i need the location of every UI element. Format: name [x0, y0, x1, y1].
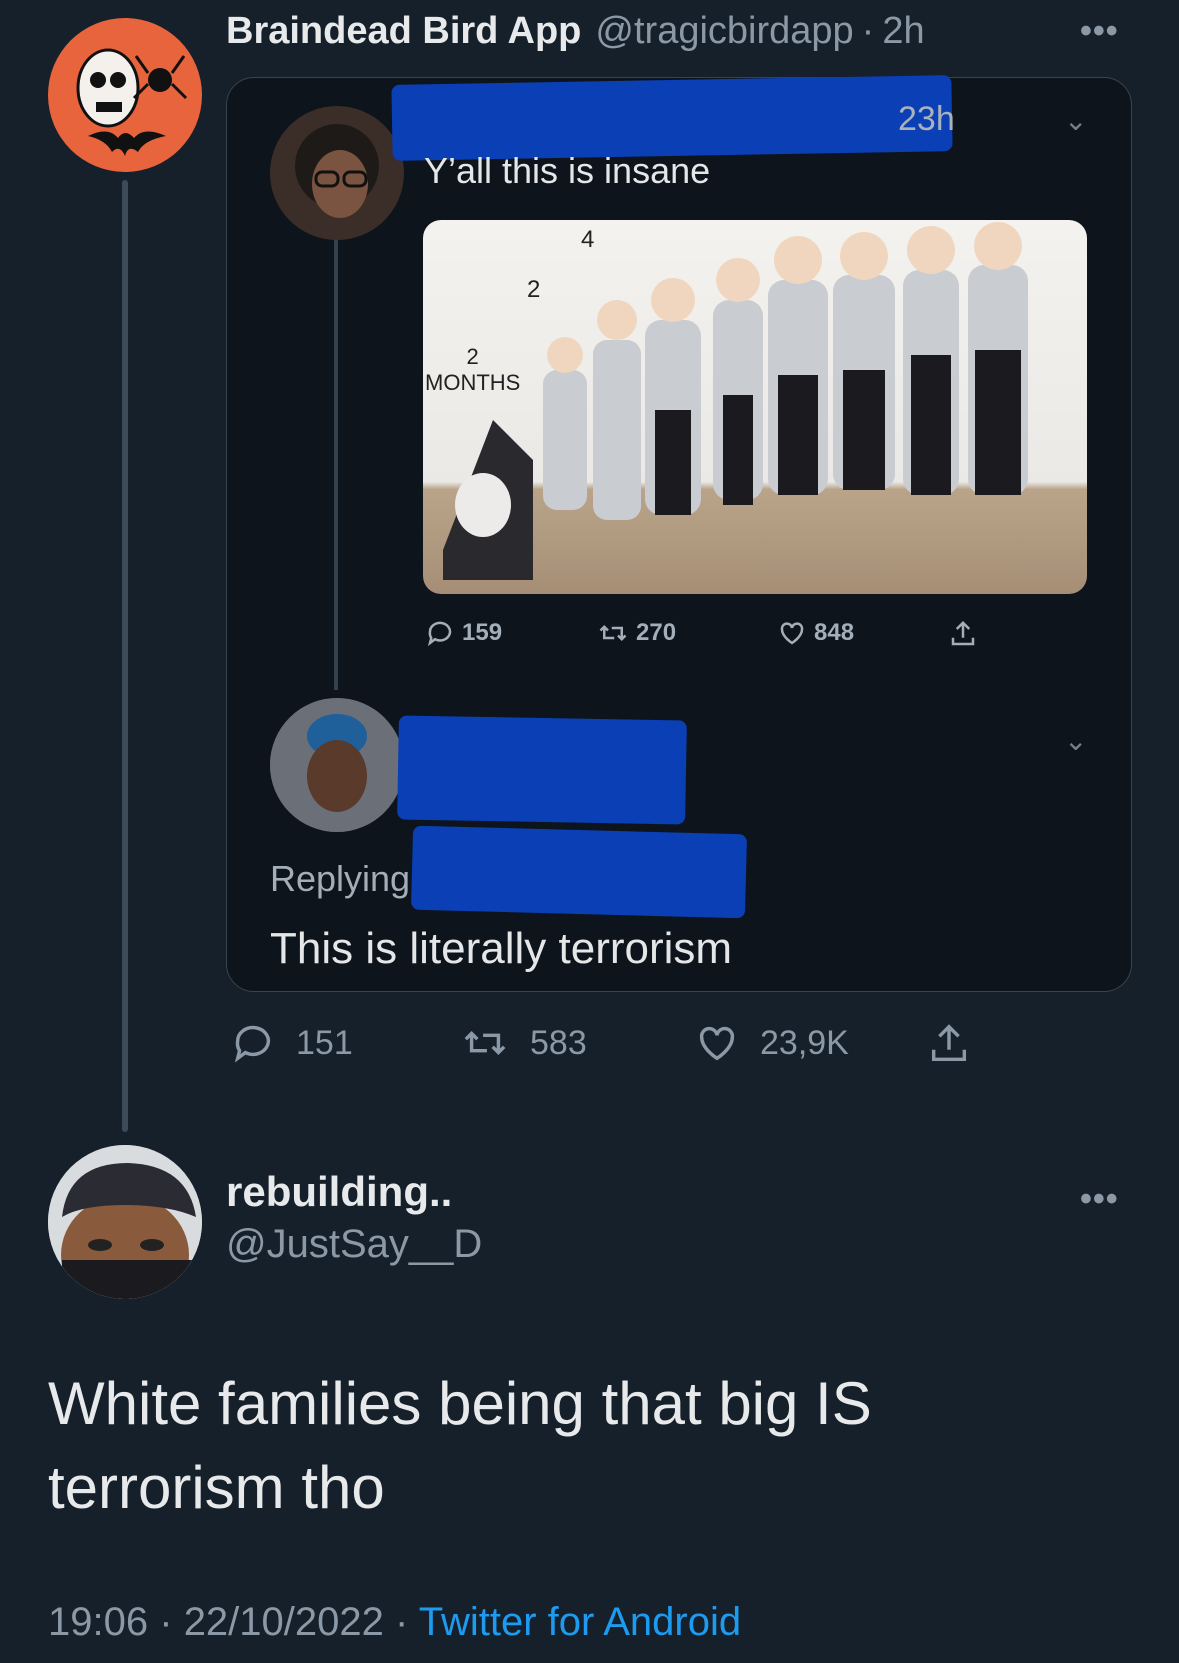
share-button[interactable] [926, 1020, 990, 1068]
photo-label-4: 4 [581, 226, 595, 253]
chevron-down-icon: ⌄ [1064, 105, 1088, 136]
handle[interactable]: @JustSay__D [226, 1222, 482, 1267]
display-name[interactable]: Braindead Bird App [226, 10, 581, 53]
more-horizontal-icon[interactable]: ••• [1080, 12, 1119, 51]
quoted-reply-count: 159 [424, 618, 502, 648]
quoted-tweet-time: 23h [898, 100, 955, 138]
reply-count: 151 [296, 1023, 353, 1062]
reply-icon [234, 1025, 271, 1063]
thread-connector-line [122, 180, 128, 1132]
redacted-name [391, 75, 953, 161]
separator-dot: · [861, 10, 875, 52]
quoted-thread-line [334, 230, 338, 690]
tweet-metadata: 19:06 · 22/10/2022 · Twitter for Android [48, 1600, 741, 1645]
quoted-retweet-count: 270 [596, 618, 676, 648]
quoted-like-count: 848 [776, 618, 854, 648]
retweet-button[interactable]: 583 [458, 1020, 587, 1066]
quoted-tweet-text: Y’all this is insane [424, 150, 711, 191]
source-link[interactable]: Twitter for Android [419, 1600, 741, 1644]
tweet-time[interactable]: 19:06 [48, 1600, 148, 1644]
retweet-icon [464, 1030, 506, 1056]
redacted-name [397, 715, 687, 825]
tweet-date[interactable]: 22/10/2022 [184, 1600, 384, 1644]
quoted-avatar-1 [270, 106, 404, 240]
family-photo: 4 2 2 MONTHS [423, 220, 1087, 594]
quoted-reply-text: This is literally terrorism [270, 924, 733, 973]
retweet-icon [599, 624, 627, 642]
like-button[interactable]: 23,9K [692, 1020, 849, 1066]
avatar[interactable] [48, 1145, 202, 1299]
share-icon [931, 1024, 967, 1062]
separator-dot: · [159, 1600, 173, 1644]
heart-icon [780, 622, 804, 645]
photo-label-2: 2 [527, 276, 541, 303]
tweet-text: White families being that big IS terrori… [48, 1370, 872, 1521]
replying-to-label: Replying [270, 858, 411, 899]
reply-icon [427, 621, 452, 647]
reply-button[interactable]: 151 [228, 1020, 353, 1066]
quoted-avatar-2 [270, 698, 404, 832]
heart-icon [699, 1026, 735, 1061]
more-horizontal-icon[interactable]: ••• [1080, 1180, 1119, 1219]
handle[interactable]: @tragicbirdapp [595, 10, 853, 53]
retweet-count: 583 [530, 1023, 587, 1062]
chevron-down-icon: ⌄ [1064, 725, 1088, 756]
redacted-handle [410, 825, 748, 919]
tweet-time[interactable]: 2h [882, 10, 924, 53]
like-count: 23,9K [760, 1023, 849, 1062]
separator-dot: · [395, 1600, 409, 1644]
quoted-share [948, 618, 984, 650]
halloween-skull-spider-bat-icon [76, 48, 188, 156]
share-icon [951, 620, 975, 646]
photo-label-months: 2 MONTHS [425, 344, 521, 395]
avatar[interactable] [48, 18, 202, 172]
display-name[interactable]: rebuilding.. [226, 1168, 452, 1216]
